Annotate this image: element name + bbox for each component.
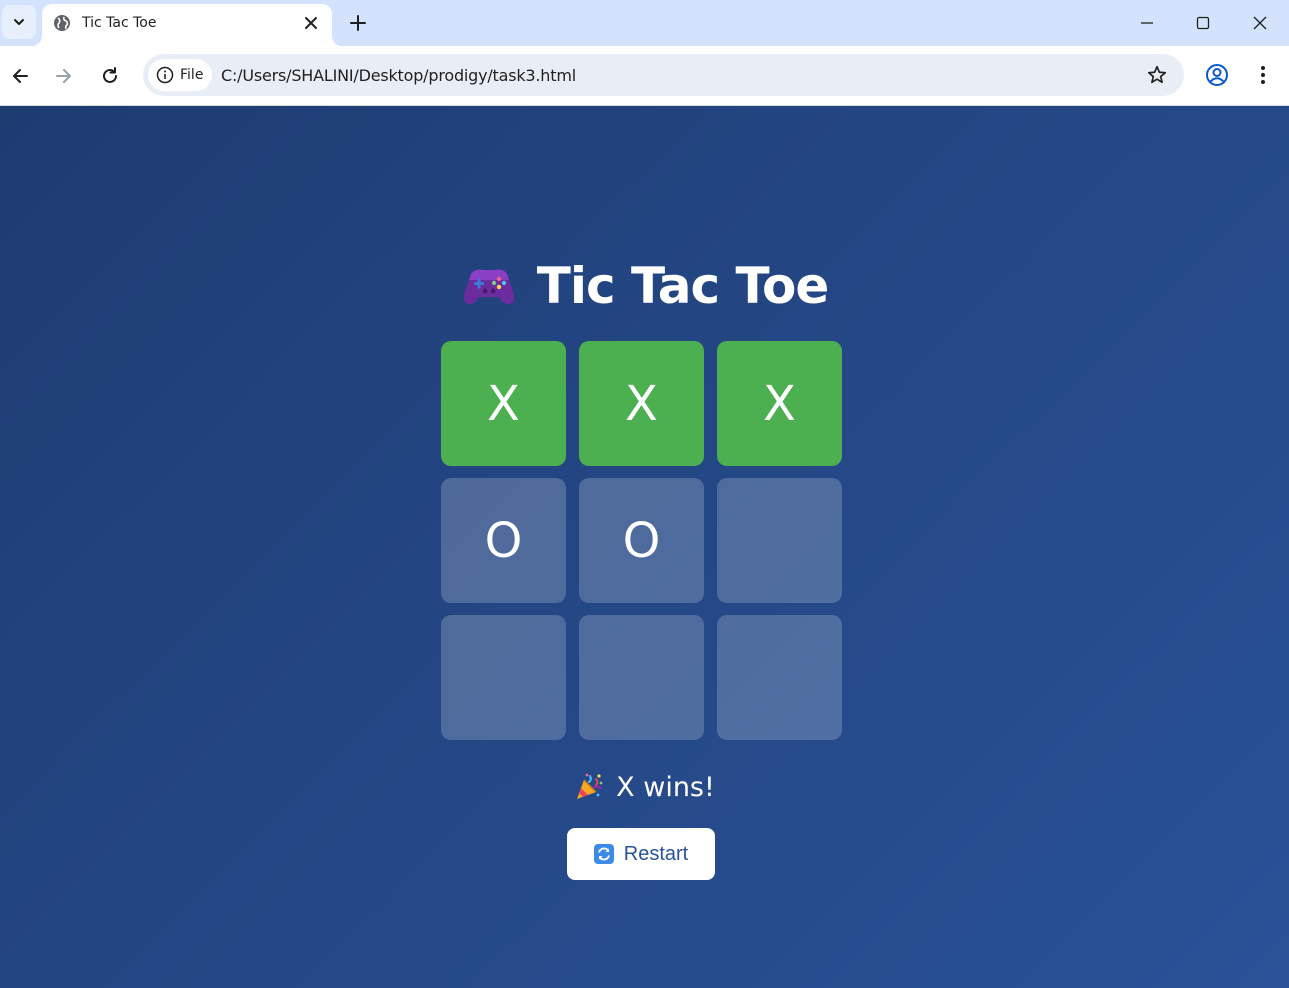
site-info-chip[interactable]: File [148, 59, 212, 91]
restart-button[interactable]: Restart [567, 828, 715, 880]
globe-icon [54, 15, 70, 31]
window-close-button[interactable] [1245, 8, 1275, 38]
tab-title: Tic Tac Toe [82, 15, 157, 31]
window-close-icon [1253, 16, 1267, 30]
board-cell[interactable] [717, 478, 842, 603]
title-text: Tic Tac Toe [536, 257, 829, 315]
maximize-icon [1196, 16, 1210, 30]
chip-label: File [180, 67, 204, 83]
info-icon [156, 66, 174, 84]
board-cell[interactable]: X [579, 341, 704, 466]
forward-button[interactable] [50, 62, 78, 90]
status-text: X wins! [616, 771, 715, 803]
back-button[interactable] [6, 62, 34, 90]
restart-label: Restart [623, 842, 689, 865]
party-popper-icon [577, 773, 603, 799]
close-icon[interactable] [302, 14, 320, 32]
page-viewport: Tic Tac Toe X X X O O X wins! Restart [0, 106, 1289, 988]
browser-toolbar: File C:/Users/SHALINI/Desktop/prodigy/ta… [0, 46, 1289, 106]
forward-arrow-icon [56, 69, 71, 83]
plus-icon[interactable] [346, 11, 370, 35]
url-text[interactable]: C:/Users/SHALINI/Desktop/prodigy/task3.h… [221, 66, 576, 85]
chevron-down-icon [14, 19, 24, 25]
reload-icon [103, 67, 117, 83]
address-bar[interactable]: File C:/Users/SHALINI/Desktop/prodigy/ta… [143, 54, 1184, 96]
refresh-icon [593, 844, 614, 864]
board-cell[interactable]: O [579, 478, 704, 603]
tab-search-button[interactable] [2, 5, 36, 39]
tab-strip: Tic Tac Toe [0, 0, 1289, 46]
board-cell[interactable] [441, 615, 566, 740]
board-cell[interactable]: X [717, 341, 842, 466]
game-board: X X X O O [441, 341, 842, 741]
board-cell[interactable]: X [441, 341, 566, 466]
game-controller-icon [463, 269, 515, 304]
profile-icon[interactable] [1204, 62, 1230, 88]
game-title: Tic Tac Toe [0, 254, 1289, 318]
board-cell[interactable] [717, 615, 842, 740]
star-icon[interactable] [1146, 64, 1168, 86]
back-arrow-icon [13, 69, 28, 83]
board-cell[interactable]: O [441, 478, 566, 603]
game-status: X wins! [0, 768, 1289, 806]
more-vert-icon[interactable] [1250, 62, 1276, 88]
minimize-icon [1141, 22, 1153, 24]
active-tab[interactable]: Tic Tac Toe [42, 4, 332, 46]
minimize-button[interactable] [1132, 8, 1162, 38]
maximize-button[interactable] [1188, 8, 1218, 38]
reload-button[interactable] [96, 62, 124, 90]
board-cell[interactable] [579, 615, 704, 740]
